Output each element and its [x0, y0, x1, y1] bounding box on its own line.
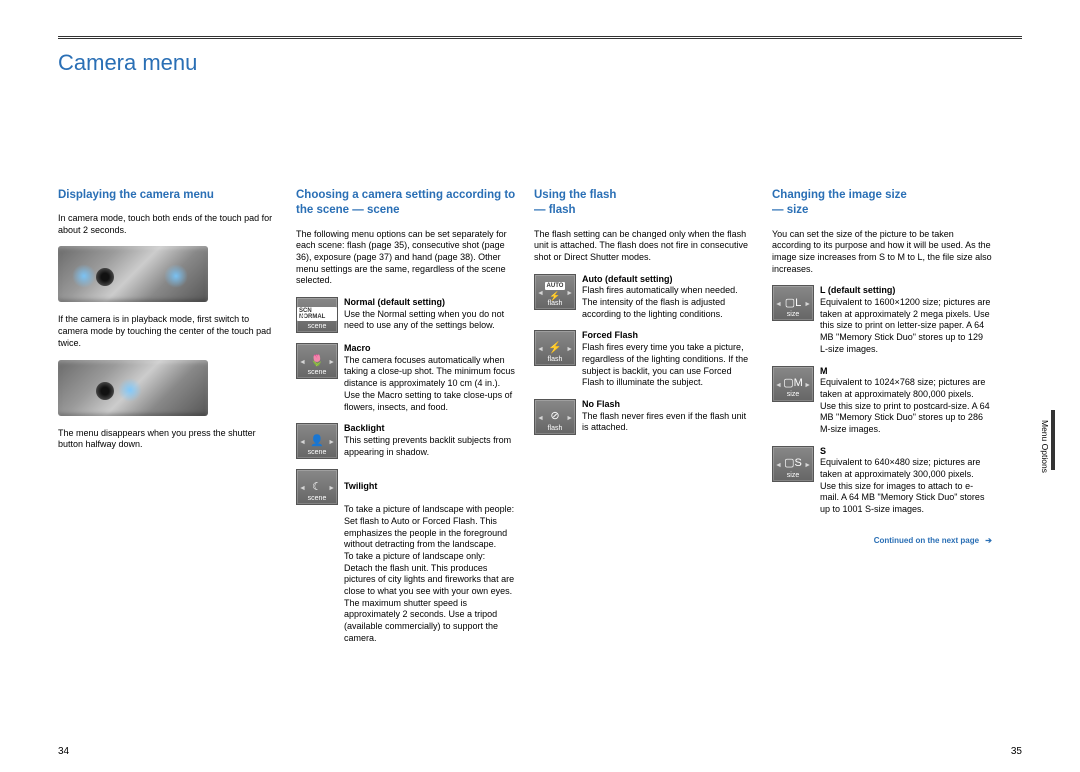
flash-option-auto: ◄► AUTO ⚡ flash Auto (default setting) F… — [534, 274, 754, 321]
col-displaying-menu: Displaying the camera menu In camera mod… — [58, 188, 278, 655]
flash-icon-forced: ◄► ⚡ flash — [534, 330, 576, 366]
flash-text-auto: Auto (default setting) Flash fires autom… — [582, 274, 754, 321]
size-icon-s: ◄► ▢S size — [772, 446, 814, 482]
arrow-right-icon: ➔ — [985, 536, 992, 546]
col2-intro: The following menu options can be set se… — [296, 229, 516, 287]
page-number-right: 35 — [1011, 745, 1022, 758]
flash-option-noflash: ◄► ⊘ flash No Flash The flash never fire… — [534, 399, 754, 435]
page-title: Camera menu — [58, 49, 1022, 78]
size-text-m: M Equivalent to 1024×768 size; pictures … — [820, 366, 992, 436]
camera-illustration-1 — [58, 246, 208, 302]
side-label-menu-options: Menu Options — [1039, 420, 1050, 473]
scene-option-macro: ◄► 🌷 scene Macro The camera focuses auto… — [296, 343, 516, 413]
scene-option-normal: ◄► SCN NORMAL scene Normal (default sett… — [296, 297, 516, 333]
top-rule — [58, 36, 1022, 39]
flash-text-forced: Forced Flash Flash fires every time you … — [582, 330, 754, 388]
heading-flash: Using the flash — flash — [534, 188, 754, 219]
heading-displaying: Displaying the camera menu — [58, 188, 278, 204]
continued-text: Continued on the next page ➔ — [772, 536, 992, 546]
heading-scene: Choosing a camera setting according to t… — [296, 188, 516, 219]
scene-text-normal: Normal (default setting) Use the Normal … — [344, 297, 516, 332]
size-text-l: L (default setting) Equivalent to 1600×1… — [820, 285, 992, 355]
scene-icon-twilight: ◄► ☾ scene — [296, 469, 338, 505]
flash-option-forced: ◄► ⚡ flash Forced Flash Flash fires ever… — [534, 330, 754, 388]
scene-icon-normal: ◄► SCN NORMAL scene — [296, 297, 338, 333]
scene-option-twilight: ◄► ☾ scene Twilight To take a picture of… — [296, 469, 516, 644]
col1-p3: The menu disappears when you press the s… — [58, 428, 278, 451]
scene-option-backlight: ◄► 👤 scene Backlight This setting preven… — [296, 423, 516, 459]
col-scene: Choosing a camera setting according to t… — [296, 188, 516, 655]
size-option-s: ◄► ▢S size S Equivalent to 640×480 size;… — [772, 446, 992, 516]
size-option-l: ◄► ▢L size L (default setting) Equivalen… — [772, 285, 992, 355]
heading-size: Changing the image size — size — [772, 188, 992, 219]
col4-intro: You can set the size of the picture to b… — [772, 229, 992, 276]
flash-icon-noflash: ◄► ⊘ flash — [534, 399, 576, 435]
col3-intro: The flash setting can be changed only wh… — [534, 229, 754, 264]
size-icon-m: ◄► ▢M size — [772, 366, 814, 402]
scene-text-macro: Macro The camera focuses automatically w… — [344, 343, 516, 413]
scene-icon-macro: ◄► 🌷 scene — [296, 343, 338, 379]
flash-text-noflash: No Flash The flash never fires even if t… — [582, 399, 754, 434]
col1-p1: In camera mode, touch both ends of the t… — [58, 213, 278, 236]
camera-illustration-2 — [58, 360, 208, 416]
manual-page-spread: Camera menu Displaying the camera menu I… — [0, 0, 1080, 772]
scene-icon-backlight: ◄► 👤 scene — [296, 423, 338, 459]
side-tab-marker — [1051, 410, 1055, 470]
col-flash: Using the flash — flash The flash settin… — [534, 188, 754, 655]
col-size: Changing the image size — size You can s… — [772, 188, 992, 655]
size-option-m: ◄► ▢M size M Equivalent to 1024×768 size… — [772, 366, 992, 436]
col1-p2: If the camera is in playback mode, first… — [58, 314, 278, 349]
page-number-left: 34 — [58, 745, 69, 758]
size-text-s: S Equivalent to 640×480 size; pictures a… — [820, 446, 992, 516]
flash-icon-auto: ◄► AUTO ⚡ flash — [534, 274, 576, 310]
size-icon-l: ◄► ▢L size — [772, 285, 814, 321]
scene-text-twilight: Twilight To take a picture of landscape … — [344, 469, 516, 644]
content-columns: Displaying the camera menu In camera mod… — [58, 188, 1022, 655]
scene-text-backlight: Backlight This setting prevents backlit … — [344, 423, 516, 458]
